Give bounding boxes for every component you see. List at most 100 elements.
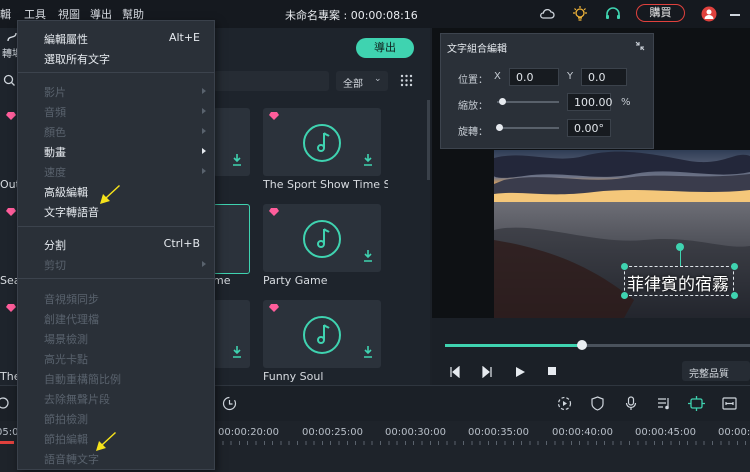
shortcut-ctrl-b: Ctrl+B [163, 237, 200, 250]
chevron-down-icon: ⌄ [374, 74, 382, 84]
menu-item-create-proxy: 創建代理檔 [44, 313, 99, 326]
premium-gem-icon [6, 208, 16, 216]
download-icon[interactable] [363, 346, 373, 358]
submenu-arrow-icon [202, 108, 206, 114]
premium-gem-icon [269, 304, 279, 312]
lightbulb-icon[interactable] [571, 5, 589, 23]
scale-input[interactable]: 100.00 [567, 93, 613, 111]
arrow-pointer-icon [100, 185, 120, 204]
rotate-handle[interactable] [676, 243, 684, 251]
premium-gem-icon [6, 304, 16, 312]
grid-view-icon[interactable] [400, 74, 413, 87]
menu-item-video: 影片 [44, 86, 66, 99]
play-icon[interactable] [514, 366, 526, 378]
shortcut-alt-e: Alt+E [168, 31, 200, 44]
search-input[interactable] [213, 71, 329, 91]
headset-icon[interactable] [604, 5, 622, 23]
cloud-icon[interactable] [538, 5, 556, 23]
speed-icon[interactable] [222, 396, 237, 411]
submenu-arrow-icon [202, 261, 206, 267]
timecode-tick: 00:00:45:00 [635, 427, 697, 438]
marker-icon[interactable] [0, 396, 10, 410]
card-title-partial: me [213, 274, 231, 287]
step-forward-icon[interactable] [481, 366, 493, 378]
timecode-tick: 00:00:20:00 [218, 427, 280, 438]
rotate-slider-knob[interactable] [496, 124, 503, 131]
menu-item-auto-reframe: 自動重構簡比例 [44, 373, 121, 386]
rotate-label: 旋轉： [458, 127, 488, 138]
card-title: Funny Soul [263, 370, 324, 383]
scale-slider-track[interactable] [497, 101, 559, 103]
menu-item-text-to-speech[interactable]: 文字轉語音 [44, 204, 99, 220]
menu-separator [18, 72, 214, 73]
scale-slider-knob[interactable] [499, 98, 507, 105]
music-note-icon [303, 124, 341, 162]
menu-item-color: 顏色 [44, 126, 66, 139]
download-icon[interactable] [232, 154, 242, 166]
export-button[interactable]: 導出 [356, 38, 414, 58]
premium-gem-icon [269, 112, 279, 120]
card-title: The Sport Show Time S... [263, 178, 388, 191]
ruler-minor-ticks [214, 441, 750, 445]
menu-item-animation[interactable]: 動畫 [44, 144, 66, 160]
timecode-tick: 00:00:5 [718, 427, 750, 438]
audio-list-icon[interactable] [657, 396, 672, 411]
position-y-input[interactable]: 0.0 [581, 68, 627, 86]
resize-handle-tr[interactable] [731, 263, 738, 270]
music-note-icon [303, 316, 341, 354]
rotate-slider-track[interactable] [497, 127, 559, 129]
collapse-icon[interactable] [635, 41, 645, 51]
download-icon[interactable] [363, 250, 373, 262]
submenu-arrow-icon [202, 88, 206, 94]
submenu-arrow-icon [202, 128, 206, 134]
menu-item-select-all-text[interactable]: 選取所有文字 [44, 51, 110, 67]
panel-scrollbar[interactable] [427, 100, 430, 180]
stop-icon[interactable] [547, 366, 557, 376]
rotate-input[interactable]: 0.00° [567, 119, 611, 137]
step-back-icon[interactable] [449, 366, 461, 378]
video-caption-text[interactable]: 菲律賓的宿霧 [627, 270, 729, 295]
menu-item-remove-silence: 去除無聲片段 [44, 393, 110, 406]
download-icon[interactable] [363, 154, 373, 166]
playhead-marker[interactable] [0, 441, 14, 444]
resize-handle-br[interactable] [731, 292, 738, 299]
filter-label: 全部 [343, 79, 363, 90]
menu-item-split[interactable]: 分割 [44, 237, 66, 253]
timecode-tick: 00:00:40:00 [552, 427, 614, 438]
arrow-pointer-icon [96, 432, 116, 451]
minimize-icon[interactable] [730, 14, 740, 16]
menu-item-beat-detect: 節拍檢測 [44, 413, 88, 426]
timecode-tick: 00:00:25:00 [302, 427, 364, 438]
quality-dropdown[interactable]: 完整品質 [682, 361, 750, 381]
menu-item-beat-edit: 節拍編輯 [44, 433, 88, 446]
position-x-input[interactable]: 0.0 [509, 68, 559, 86]
timecode-tick: 00:00:35:00 [468, 427, 530, 438]
filter-dropdown[interactable]: 全部 ⌄ [336, 71, 388, 91]
menu-separator [18, 226, 214, 227]
render-preview-icon[interactable] [557, 396, 572, 411]
fit-timeline-icon[interactable] [722, 396, 737, 411]
quality-label: 完整品質 [689, 369, 729, 380]
music-card-selected[interactable] [213, 204, 250, 274]
music-note-icon [303, 220, 341, 258]
search-icon[interactable] [3, 74, 16, 87]
microphone-icon[interactable] [625, 396, 637, 411]
menu-item-advanced-edit[interactable]: 高級編輯 [44, 184, 88, 200]
user-avatar-icon[interactable] [700, 5, 718, 23]
timecode-tick: 00:00:30:00 [385, 427, 447, 438]
menu-item-edit-properties[interactable]: 編輯屬性 [44, 31, 88, 47]
buy-button[interactable]: 購買 [636, 4, 685, 22]
download-icon[interactable] [232, 346, 242, 358]
ai-snap-icon[interactable] [688, 395, 705, 412]
menu-edit[interactable]: 輯 [0, 6, 11, 22]
premium-gem-icon [269, 208, 279, 216]
scale-label: 縮放： [458, 101, 488, 112]
menu-item-speed: 速度 [44, 166, 66, 179]
scale-unit: % [621, 97, 631, 108]
submenu-arrow-icon [202, 148, 206, 154]
shield-icon[interactable] [591, 396, 604, 411]
resize-handle-tl[interactable] [621, 263, 628, 270]
menu-separator [18, 278, 214, 279]
submenu-arrow-icon [202, 168, 206, 174]
menu-item-highlight-beats: 高光卡點 [44, 353, 88, 366]
